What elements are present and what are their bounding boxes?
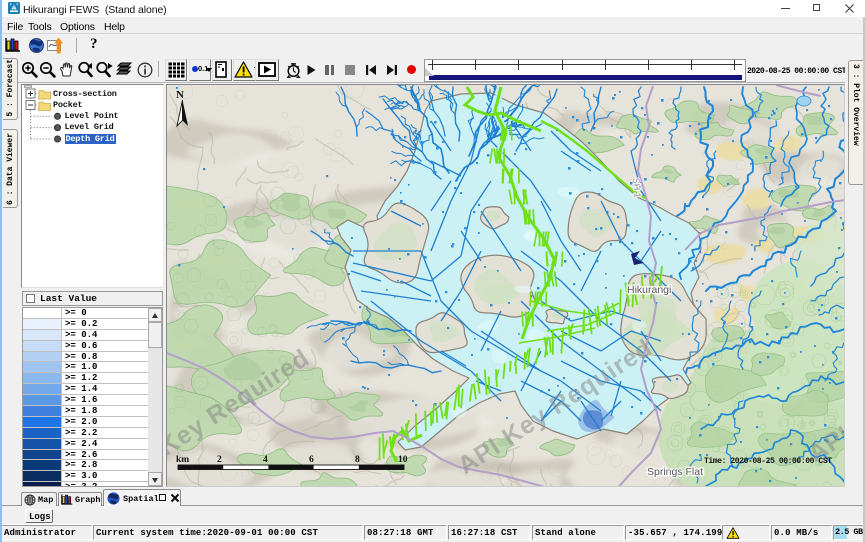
svg-text:Springs Flat: Springs Flat bbox=[647, 466, 703, 478]
svg-text:N: N bbox=[176, 89, 184, 101]
svg-text:km: km bbox=[176, 455, 189, 465]
svg-text:SH 1: SH 1 bbox=[631, 177, 643, 198]
svg-text:8: 8 bbox=[355, 455, 360, 465]
svg-text:10: 10 bbox=[398, 455, 408, 465]
svg-text:6: 6 bbox=[309, 455, 314, 465]
svg-text:Hikurangi: Hikurangi bbox=[627, 284, 671, 296]
svg-text:2: 2 bbox=[217, 455, 222, 465]
svg-text:Time: 2020-08-25 00:00:00 CST: Time: 2020-08-25 00:00:00 CST bbox=[704, 457, 832, 466]
svg-text:4: 4 bbox=[263, 455, 268, 465]
